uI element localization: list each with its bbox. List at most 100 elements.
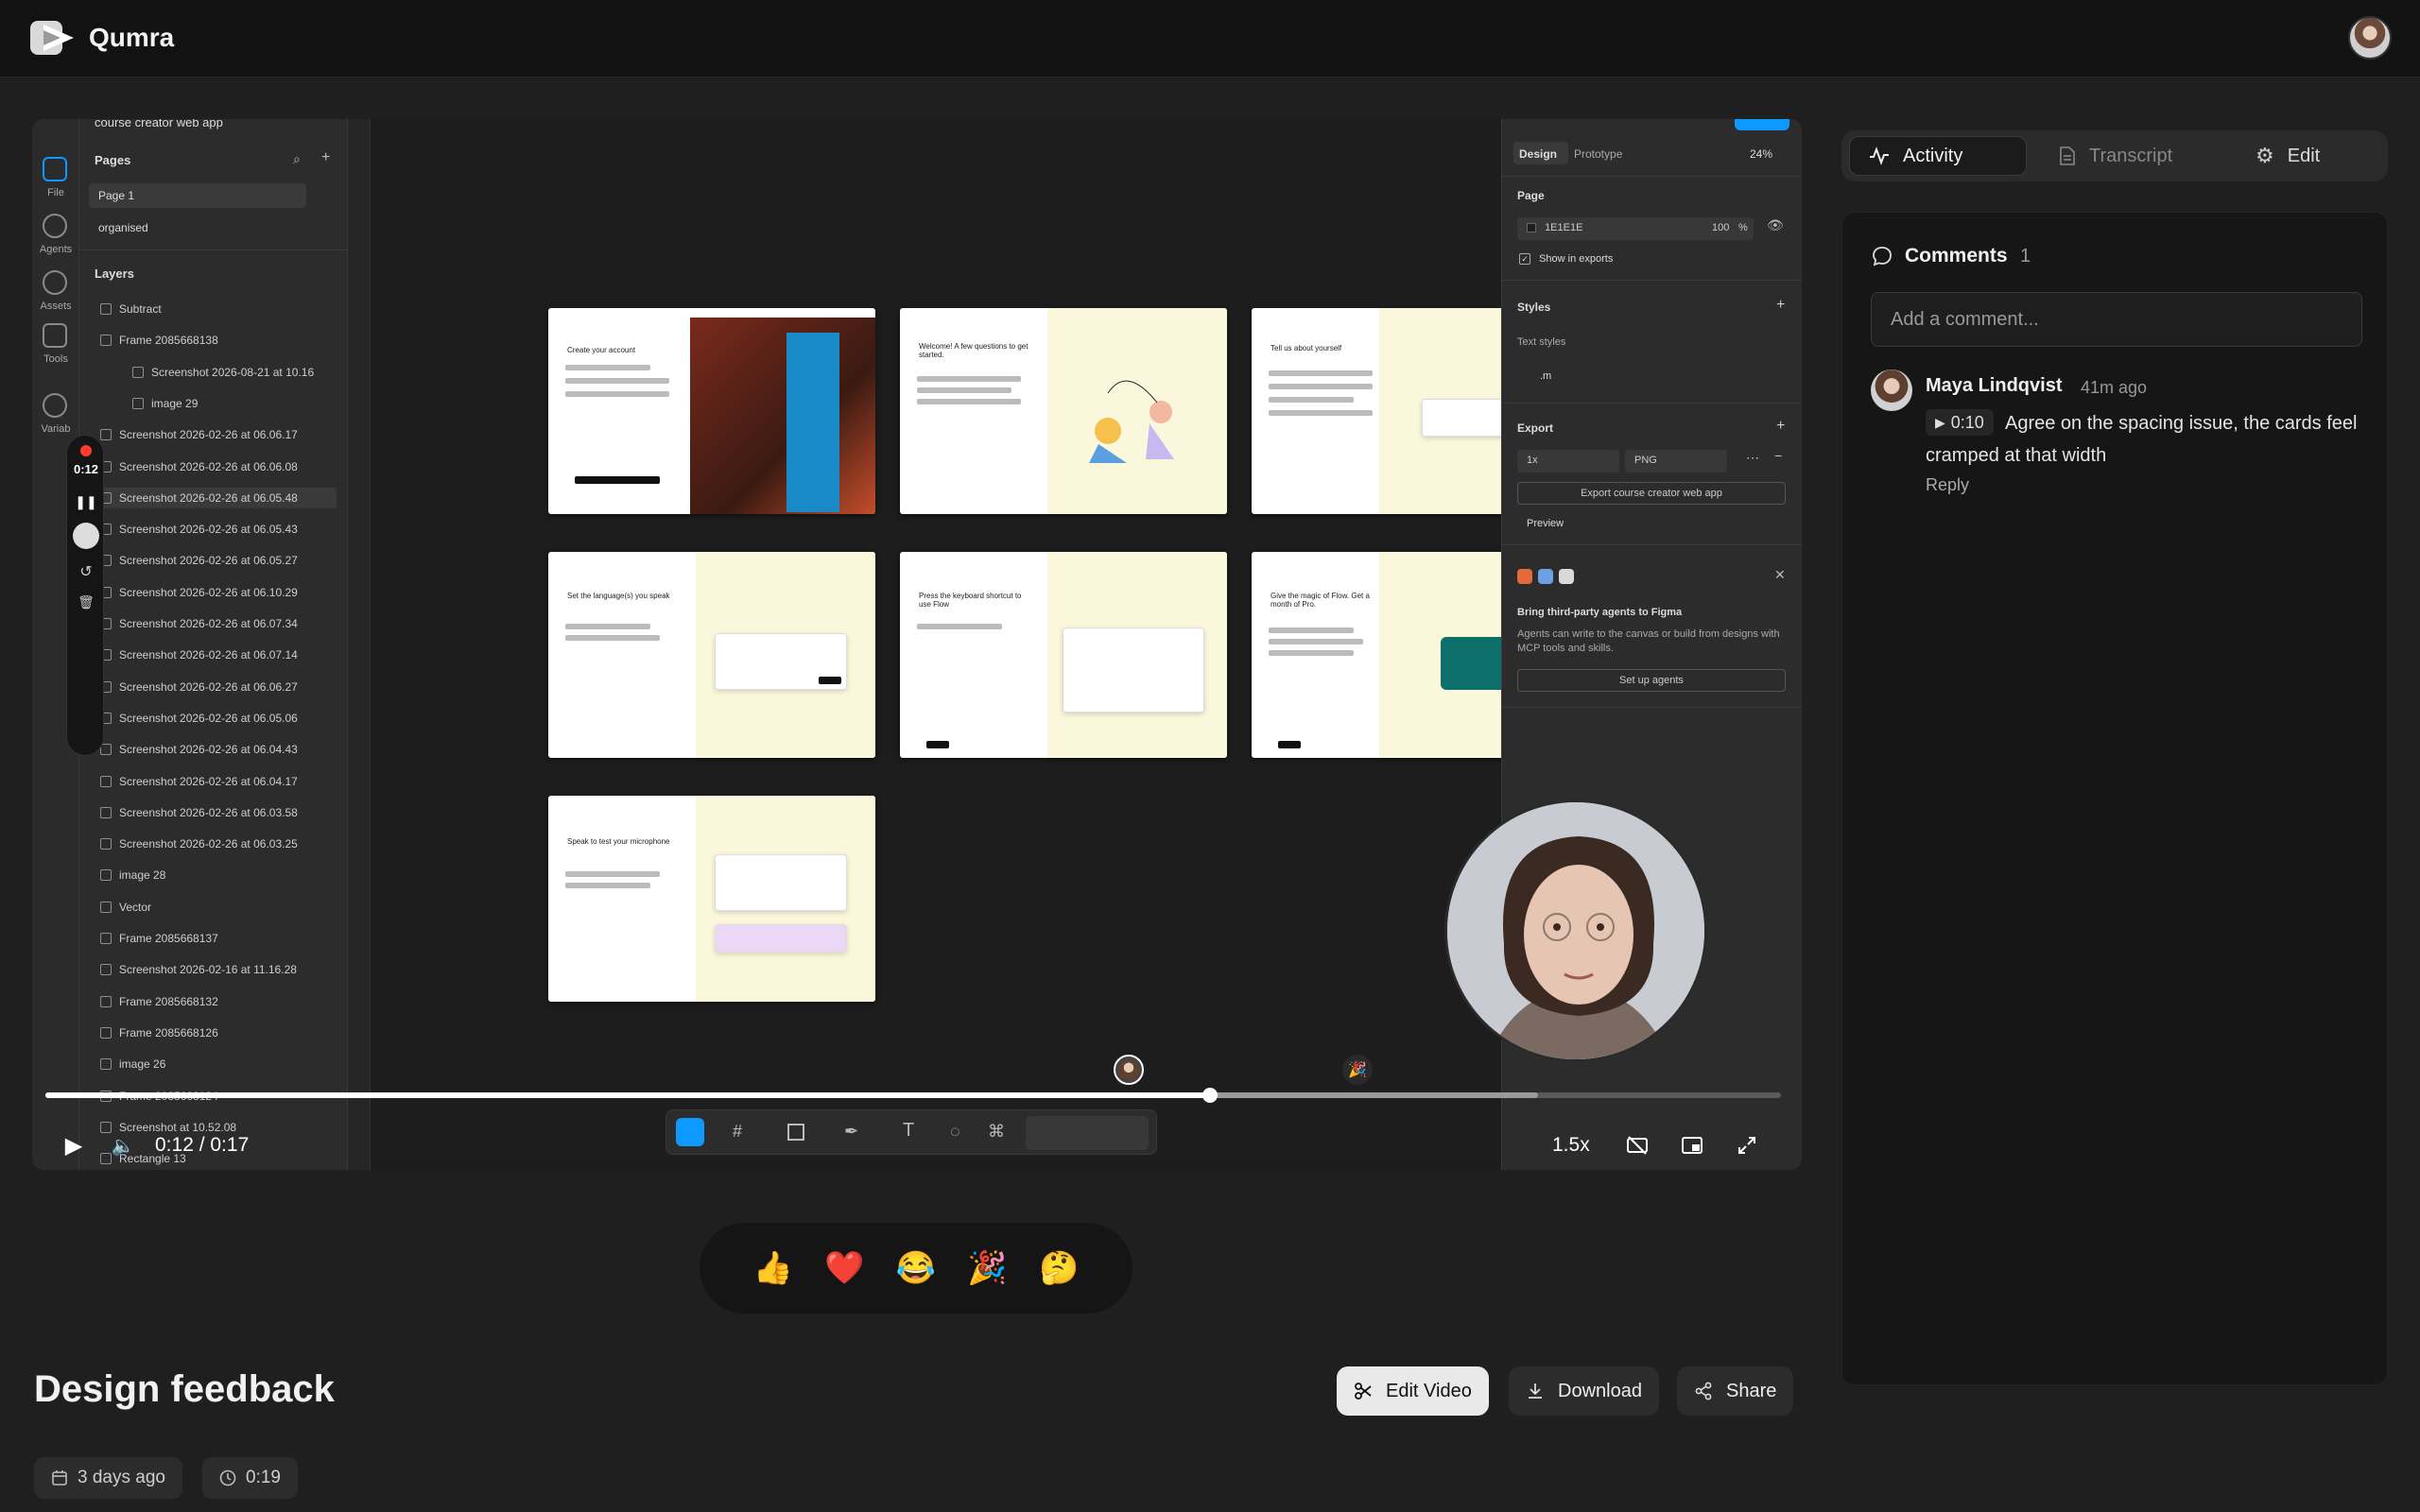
layer-item: Screenshot 2026-02-26 at 06.06.08 — [100, 456, 337, 477]
thumb-title: Give the magic of Flow. Get a month of P… — [1270, 592, 1370, 609]
comment-marker-avatar[interactable] — [1114, 1055, 1144, 1085]
more-icon: ⋯ — [1746, 450, 1759, 465]
comments-count: 1 — [2020, 246, 2031, 266]
edit-video-label: Edit Video — [1386, 1380, 1472, 1401]
layer-label: Vector — [119, 900, 152, 914]
close-icon: ✕ — [1774, 567, 1786, 582]
layer-item: Screenshot 2026-02-26 at 06.06.17 — [100, 424, 337, 445]
divider — [79, 249, 348, 250]
thumbs-up-reaction[interactable]: 👍 — [753, 1249, 793, 1287]
comment-timestamp: 0:10 — [1950, 412, 1984, 432]
thumb-title: Tell us about yourself — [1270, 344, 1342, 352]
date-text: 3 days ago — [78, 1468, 165, 1487]
layer-item: image 28 — [100, 865, 337, 885]
edit-video-button[interactable]: Edit Video — [1337, 1366, 1489, 1416]
layer-item: Frame 2085668137 — [100, 928, 337, 949]
video-player[interactable]: File Agents Assets Tools Variab course c… — [32, 119, 1802, 1170]
rail-label: Variab — [41, 423, 71, 435]
layer-label: Screenshot 2026-02-26 at 06.04.43 — [119, 743, 298, 757]
rail-label: Tools — [43, 353, 68, 365]
user-avatar[interactable] — [2348, 16, 2392, 60]
comment-time: 41m ago — [2081, 378, 2148, 397]
laugh-reaction[interactable]: 😂 — [896, 1249, 936, 1287]
frame-thumbnail: Set the language(s) you speak — [548, 552, 875, 758]
setup-agents-button: Set up agents — [1517, 669, 1786, 692]
layer-item: Screenshot 2026-02-26 at 06.07.14 — [100, 644, 337, 665]
variables-icon — [43, 393, 67, 418]
add-style-icon: + — [1776, 297, 1786, 313]
tools-icon — [43, 323, 67, 348]
thinking-reaction[interactable]: 🤔 — [1039, 1249, 1079, 1287]
progress-bar[interactable] — [45, 1088, 1781, 1103]
page-item: Page 1 — [89, 183, 306, 208]
layer-label: Frame 2085668137 — [119, 932, 218, 945]
tab-edit-label: Edit — [2287, 145, 2321, 166]
agent-logo-icon — [1538, 569, 1553, 584]
volume-button[interactable]: 🔈 — [104, 1128, 142, 1162]
download-button[interactable]: Download — [1509, 1366, 1659, 1416]
comments-title: Comments — [1905, 245, 2008, 266]
picture-in-picture-icon[interactable] — [1673, 1128, 1711, 1162]
progress-handle[interactable] — [1201, 1088, 1218, 1103]
layer-item: Screenshot 2026-02-26 at 06.03.58 — [100, 802, 337, 823]
rail-label: Agents — [39, 244, 73, 255]
gear-icon: ⚙ — [2256, 144, 2274, 167]
comment-timestamp-chip[interactable]: ▶ 0:10 — [1926, 409, 1994, 436]
thumb-title: Create your account — [567, 346, 636, 354]
layer-label: Screenshot 2026-02-26 at 06.05.43 — [119, 523, 298, 537]
layer-type-icon — [100, 775, 112, 787]
tab-activity-label: Activity — [1903, 145, 1963, 166]
tab-edit[interactable]: ⚙ Edit — [2237, 136, 2339, 176]
layer-label: Frame 2085668138 — [119, 334, 218, 348]
app-logo[interactable]: Qumra — [30, 19, 174, 57]
layer-type-icon — [100, 429, 112, 441]
agents-icon — [43, 214, 67, 238]
reply-button[interactable]: Reply — [1926, 475, 1969, 495]
layer-item: Screenshot 2026-02-26 at 06.05.48 — [100, 487, 337, 508]
layer-type-icon — [100, 303, 112, 315]
comment-bubble-icon — [1873, 247, 1892, 266]
layer-label: Frame 2085668132 — [119, 994, 218, 1008]
trash-icon[interactable]: 🗑 — [67, 594, 105, 610]
fullscreen-icon[interactable] — [1728, 1128, 1766, 1162]
figma-canvas: Create your account Welcome! A few quest… — [371, 119, 1535, 1170]
add-page-icon: + — [321, 149, 331, 165]
reaction-marker-party[interactable]: 🎉 — [1342, 1055, 1373, 1085]
party-reaction[interactable]: 🎉 — [967, 1249, 1007, 1287]
layer-type-icon — [100, 933, 112, 944]
playback-speed-button[interactable]: 1.5x — [1552, 1134, 1590, 1157]
clock-icon — [219, 1469, 236, 1486]
layer-type-icon — [100, 964, 112, 976]
play-button[interactable]: ▶ — [55, 1128, 93, 1162]
thumb-title: Set the language(s) you speak — [567, 592, 670, 600]
layer-item: Screenshot 2026-02-26 at 06.06.27 — [100, 677, 337, 697]
export-format: PNG — [1625, 450, 1727, 472]
pause-icon[interactable]: ❚❚ — [67, 494, 105, 510]
illustration — [1089, 380, 1174, 463]
comment-input[interactable] — [1871, 292, 2362, 347]
captions-off-icon[interactable] — [1618, 1128, 1656, 1162]
page-opacity-unit: % — [1738, 222, 1748, 233]
tab-transcript[interactable]: Transcript — [2040, 136, 2191, 176]
duration-text: 0:19 — [246, 1468, 281, 1487]
camera-toggle-icon[interactable] — [73, 523, 99, 549]
agents-desc: Agents can write to the canvas or build … — [1517, 628, 1780, 654]
layer-label: image 26 — [119, 1057, 166, 1072]
restart-icon[interactable]: ↺ — [67, 562, 105, 581]
frame-thumbnail: Speak to test your microphone — [548, 796, 875, 1002]
layer-label: Screenshot 2026-02-26 at 06.06.08 — [119, 459, 298, 473]
layer-type-icon — [100, 995, 112, 1007]
layer-label: Screenshot 2026-02-26 at 06.06.27 — [119, 679, 298, 694]
frame-thumbnail: Tell us about yourself — [1252, 308, 1535, 514]
played-range — [45, 1092, 1210, 1098]
recorder-widget[interactable]: 0:12 ❚❚ ↺ 🗑 — [66, 435, 104, 756]
tab-activity[interactable]: Activity — [1849, 136, 2027, 176]
layer-item: Frame 2085668132 — [100, 991, 337, 1012]
tab-transcript-label: Transcript — [2089, 145, 2173, 166]
heart-reaction[interactable]: ❤️ — [824, 1249, 864, 1287]
qumra-logo-icon — [30, 21, 74, 55]
layer-label: Screenshot 2026-08-21 at 10.16 — [151, 365, 315, 379]
layer-label: Screenshot 2026-02-26 at 06.07.34 — [119, 617, 298, 630]
share-button[interactable]: Share — [1677, 1366, 1794, 1416]
layer-type-icon — [132, 366, 144, 378]
